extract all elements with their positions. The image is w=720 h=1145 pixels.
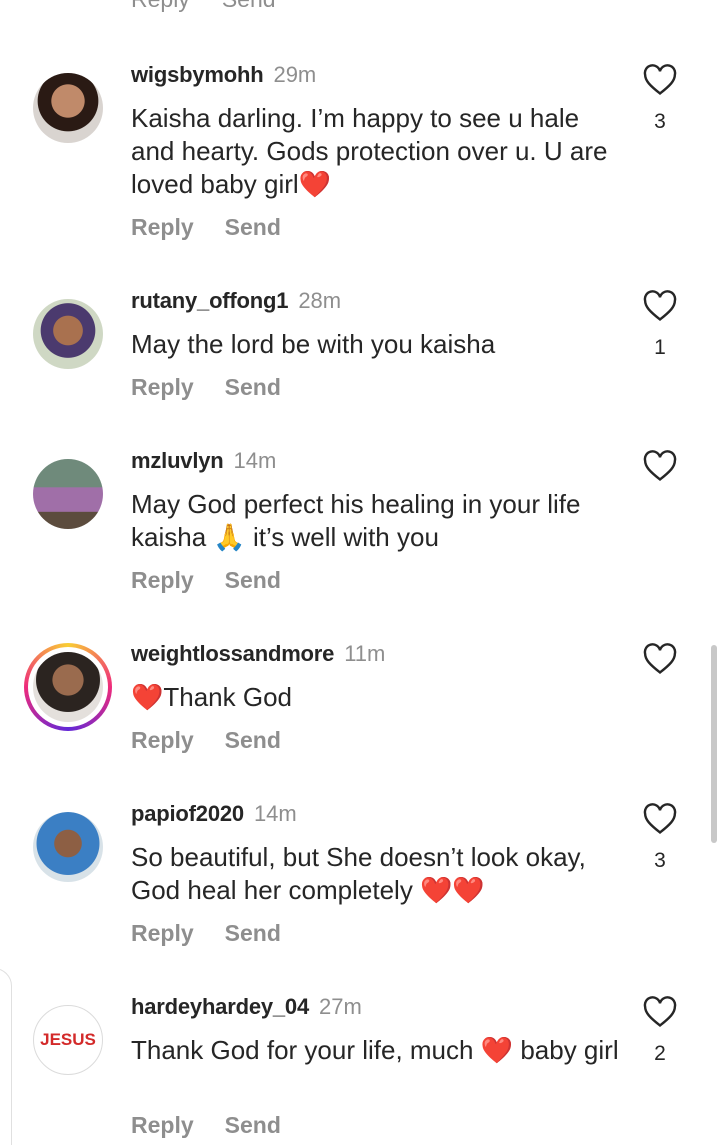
like-heart-icon[interactable]: [643, 450, 677, 482]
like-heart-icon[interactable]: [643, 290, 677, 322]
send-button[interactable]: Send: [225, 727, 281, 753]
comment-meta: mzluvlyn 14m: [131, 448, 276, 474]
like-count: 2: [654, 1042, 666, 1065]
heart-emoji: ❤️: [131, 682, 164, 712]
comment-meta: papiof2020 14m: [131, 801, 297, 827]
comment-meta: weightlossandmore 11m: [131, 641, 385, 667]
comment-text: ❤️Thank God: [131, 682, 293, 712]
send-button[interactable]: Send: [225, 214, 281, 240]
comment-text: May the lord be with you kaisha: [131, 329, 496, 359]
comment-text: May God perfect his healing in your life…: [131, 489, 581, 552]
reply-button[interactable]: Reply: [131, 0, 190, 12]
reply-button[interactable]: Reply: [131, 920, 194, 946]
username[interactable]: wigsbymohh: [131, 62, 264, 87]
reply-button[interactable]: Reply: [131, 374, 194, 400]
timestamp: 29m: [273, 62, 317, 87]
pray-emoji: 🙏: [213, 522, 246, 552]
comment-actions: Reply Send: [131, 214, 281, 241]
like-heart-icon[interactable]: [643, 64, 677, 96]
username[interactable]: rutany_offong1: [131, 288, 289, 313]
username[interactable]: papiof2020: [131, 801, 244, 826]
heart-emoji: ❤️: [480, 1035, 514, 1065]
send-button[interactable]: Send: [225, 374, 281, 400]
comment-text: Thank God for your life, much ❤️ baby gi…: [131, 1035, 619, 1065]
comment-text: So beautiful, but She doesn’t look okay,…: [131, 842, 586, 905]
timestamp: 11m: [344, 641, 386, 666]
timestamp: 14m: [233, 448, 277, 473]
username[interactable]: mzluvlyn: [131, 448, 224, 473]
avatar[interactable]: [33, 459, 103, 529]
like-count: 3: [654, 849, 666, 872]
comment-actions: Reply Send: [131, 567, 281, 594]
avatar[interactable]: JESUS: [33, 1005, 103, 1075]
comment-actions: Reply Send: [131, 374, 281, 401]
reply-indent-box: [0, 968, 12, 1145]
like-heart-icon[interactable]: [643, 643, 677, 675]
avatar: [33, 652, 103, 722]
avatar-text: JESUS: [40, 1030, 96, 1049]
timestamp: 14m: [253, 801, 297, 826]
story-ring[interactable]: [24, 643, 112, 731]
avatar[interactable]: [33, 299, 103, 369]
heart-emoji: ❤️: [298, 169, 332, 199]
reply-button[interactable]: Reply: [131, 214, 194, 240]
send-button[interactable]: Send: [225, 920, 281, 946]
avatar[interactable]: [33, 812, 103, 882]
comment-meta: wigsbymohh 29m: [131, 62, 316, 88]
avatar[interactable]: [33, 73, 103, 143]
clipped-actions: Reply Send: [131, 0, 308, 13]
like-heart-icon[interactable]: [643, 803, 677, 835]
comment-actions: Reply Send: [131, 1112, 281, 1139]
like-count: 3: [654, 110, 666, 133]
send-button[interactable]: Send: [225, 1112, 281, 1138]
comment-text: Kaisha darling. I’m happy to see u hale …: [131, 103, 608, 199]
scrollbar[interactable]: [711, 645, 717, 843]
send-button[interactable]: Send: [222, 0, 276, 12]
heart-emoji: ❤️❤️: [420, 875, 485, 905]
comment-meta: rutany_offong1 28m: [131, 288, 341, 314]
send-button[interactable]: Send: [225, 567, 281, 593]
username[interactable]: weightlossandmore: [131, 641, 334, 666]
comment-actions: Reply Send: [131, 920, 281, 947]
like-heart-icon[interactable]: [643, 996, 677, 1028]
timestamp: 28m: [298, 288, 342, 313]
comment-actions: Reply Send: [131, 727, 281, 754]
reply-button[interactable]: Reply: [131, 1112, 194, 1138]
timestamp: 27m: [319, 994, 362, 1019]
like-count: 1: [654, 336, 666, 359]
comment-meta: hardeyhardey_04 27m: [131, 994, 362, 1020]
reply-button[interactable]: Reply: [131, 727, 194, 753]
username[interactable]: hardeyhardey_04: [131, 994, 309, 1019]
reply-button[interactable]: Reply: [131, 567, 194, 593]
